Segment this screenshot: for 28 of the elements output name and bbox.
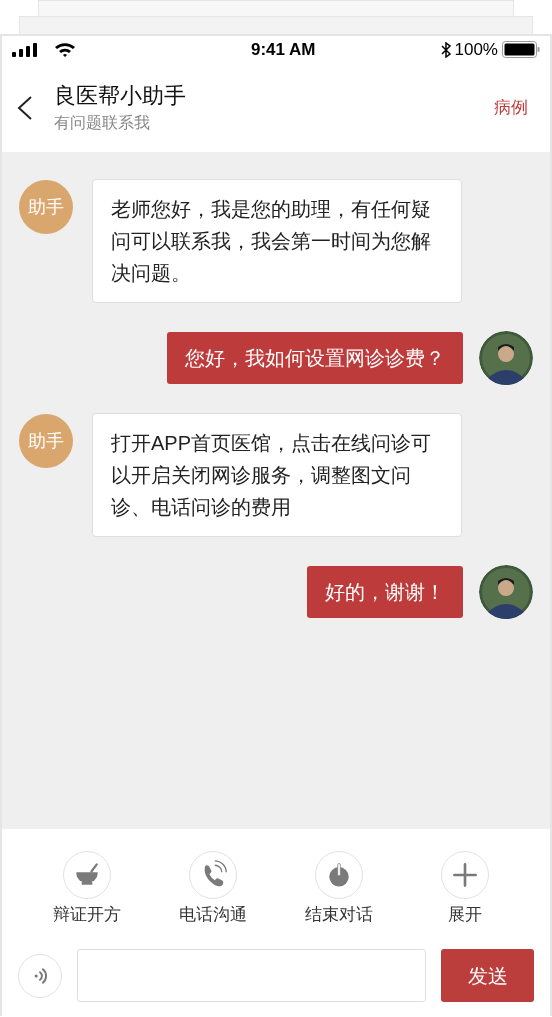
bowl-icon xyxy=(63,851,111,899)
status-time: 9:41 AM xyxy=(250,38,316,61)
message-bubble: 打开APP首页医馆，点击在线问诊可以开启关闭网诊服务，调整图文问诊、电话问诊的费用 xyxy=(92,413,462,537)
action-button[interactable]: 结束对话 xyxy=(276,851,402,928)
user-avatar xyxy=(479,331,533,385)
bluetooth-icon xyxy=(440,41,451,58)
signal-icon xyxy=(12,42,38,57)
back-icon[interactable] xyxy=(16,94,34,121)
battery-percent: 100% xyxy=(454,38,498,61)
chat-title: 良医帮小助手 xyxy=(54,82,186,110)
action-button[interactable]: 电话沟通 xyxy=(150,851,276,928)
assistant-avatar: 助手 xyxy=(19,414,73,468)
user-avatar xyxy=(479,565,533,619)
message-input[interactable] xyxy=(77,949,426,1002)
message-bubble: 您好，我如何设置网诊诊费？ xyxy=(167,332,463,384)
message-bubble: 老师您好，我是您的助理，有任何疑问可以联系我，我会第一时间为您解决问题。 xyxy=(92,179,462,303)
wifi-icon xyxy=(54,41,76,58)
battery-icon xyxy=(502,41,540,58)
plus-icon xyxy=(441,851,489,899)
send-button[interactable]: 发送 xyxy=(441,949,534,1002)
power-icon xyxy=(315,851,363,899)
case-link[interactable]: 病例 xyxy=(494,94,528,121)
action-button[interactable]: 展开 xyxy=(402,851,528,928)
assistant-avatar: 助手 xyxy=(19,180,73,234)
action-button[interactable]: 辩证开方 xyxy=(24,851,150,928)
phone-icon xyxy=(189,851,237,899)
chat-subtitle: 有问题联系我 xyxy=(54,113,151,133)
message-bubble: 好的，谢谢！ xyxy=(307,566,463,618)
